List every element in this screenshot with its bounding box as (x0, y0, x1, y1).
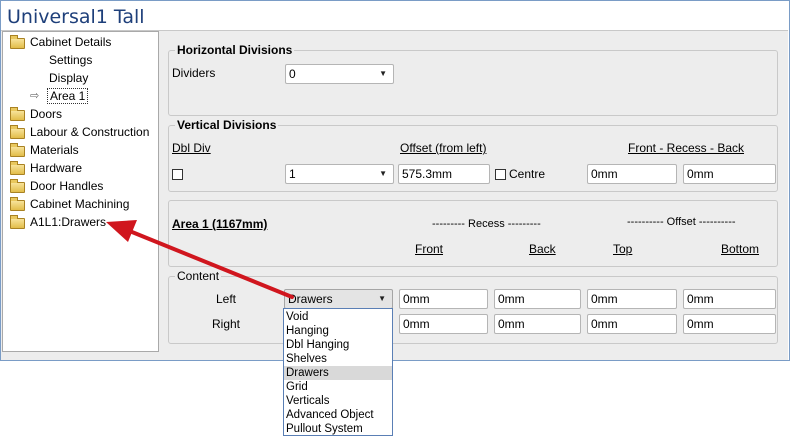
top-column-label: Top (613, 242, 633, 256)
left-recess-back-input[interactable]: 0mm (494, 289, 581, 309)
vertical-count-value: 1 (289, 167, 296, 181)
chevron-down-icon: ▼ (378, 294, 386, 303)
dropdown-option-dbl-hanging[interactable]: Dbl Hanging (284, 338, 392, 352)
front-recess-back-label: Front - Recess - Back (628, 141, 745, 155)
horizontal-divisions-title: Horizontal Divisions (175, 43, 295, 57)
folder-icon (10, 215, 25, 229)
tree-item-doors[interactable]: Doors (30, 106, 62, 122)
tree-item-area-1[interactable]: Area 1 (46, 88, 89, 104)
dropdown-option-grid[interactable]: Grid (284, 380, 392, 394)
dropdown-option-advanced-object[interactable]: Advanced Object (284, 408, 392, 422)
bottom-column-label: Bottom (721, 242, 760, 256)
chevron-down-icon: ▼ (379, 69, 387, 78)
back-column-label: Back (529, 242, 556, 256)
recess-header: --------- Recess --------- (432, 218, 541, 230)
offset-input[interactable]: 575.3mm (398, 164, 490, 184)
centre-label: Centre (509, 167, 546, 181)
dividers-select[interactable]: 0 ▼ (285, 64, 394, 84)
folder-icon (10, 107, 25, 121)
dropdown-option-verticals[interactable]: Verticals (284, 394, 392, 408)
tree-item-materials[interactable]: Materials (30, 142, 79, 158)
area-group (168, 200, 778, 267)
folder-icon (10, 143, 25, 157)
tree-item-a1l1-drawers[interactable]: A1L1:Drawers (30, 214, 106, 230)
vertical-count-select[interactable]: 1 ▼ (285, 164, 394, 184)
chevron-down-icon: ▼ (379, 169, 387, 178)
tree-item-labour-construction[interactable]: Labour & Construction (30, 124, 149, 140)
navigation-tree[interactable]: Cabinet Details Settings Display ⇨ Area … (2, 31, 159, 352)
centre-checkbox[interactable] (495, 169, 506, 180)
dropdown-option-shelves[interactable]: Shelves (284, 352, 392, 366)
left-offset-top-input[interactable]: 0mm (587, 289, 677, 309)
right-recess-back-input[interactable]: 0mm (494, 314, 581, 334)
dropdown-option-pullout-system[interactable]: Pullout System (284, 422, 392, 436)
dbl-div-checkbox[interactable] (172, 169, 183, 180)
tree-item-door-handles[interactable]: Door Handles (30, 178, 103, 194)
left-content-select[interactable]: Drawers ▼ (284, 289, 393, 309)
tree-item-cabinet-machining[interactable]: Cabinet Machining (30, 196, 129, 212)
dropdown-option-hanging[interactable]: Hanging (284, 324, 392, 338)
right-recess-front-input[interactable]: 0mm (399, 314, 488, 334)
tree-item-cabinet-details[interactable]: Cabinet Details (30, 34, 111, 50)
folder-icon (10, 179, 25, 193)
dividers-label: Dividers (172, 66, 216, 80)
recess-front-input[interactable]: 0mm (587, 164, 677, 184)
folder-icon (10, 125, 25, 139)
front-column-label: Front (415, 242, 444, 256)
left-offset-bottom-input[interactable]: 0mm (683, 289, 776, 309)
left-content-value: Drawers (288, 292, 333, 306)
right-offset-top-input[interactable]: 0mm (587, 314, 677, 334)
content-title: Content (175, 269, 222, 283)
window-title: Universal1 Tall (7, 6, 145, 28)
content-type-dropdown-list[interactable]: Void Hanging Dbl Hanging Shelves Drawers… (283, 308, 393, 436)
offset-header: ---------- Offset ---------- (627, 216, 736, 228)
tree-item-display[interactable]: Display (49, 70, 88, 86)
vertical-divisions-title: Vertical Divisions (175, 118, 279, 132)
right-offset-bottom-input[interactable]: 0mm (683, 314, 776, 334)
recess-back-input[interactable]: 0mm (683, 164, 776, 184)
folder-icon (10, 35, 25, 49)
dropdown-option-drawers[interactable]: Drawers (284, 366, 392, 380)
area-title: Area 1 (1167mm) (172, 217, 268, 231)
folder-icon (10, 197, 25, 211)
right-label: Right (212, 317, 241, 331)
tree-item-hardware[interactable]: Hardware (30, 160, 82, 176)
arrow-right-icon: ⇨ (30, 90, 40, 102)
dbl-div-label: Dbl Div (172, 141, 211, 155)
folder-icon (10, 161, 25, 175)
dividers-value: 0 (289, 67, 296, 81)
dropdown-option-void[interactable]: Void (284, 310, 392, 324)
left-recess-front-input[interactable]: 0mm (399, 289, 488, 309)
left-label: Left (216, 292, 237, 306)
tree-item-label: Area 1 (46, 88, 89, 104)
offset-from-left-label: Offset (from left) (400, 141, 487, 155)
tree-item-settings[interactable]: Settings (49, 52, 92, 68)
horizontal-divisions-group (168, 50, 778, 116)
